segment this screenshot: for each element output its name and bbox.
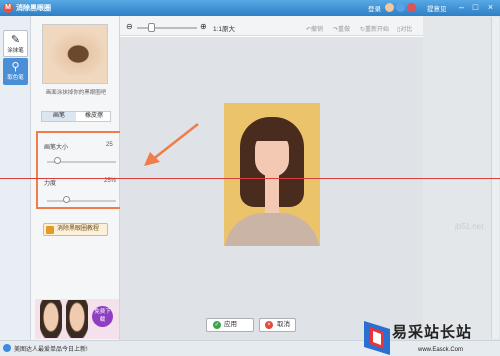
zoom-slider-handle[interactable] xyxy=(147,23,155,32)
undo-label: 撤销 xyxy=(311,27,324,33)
ad-model-image xyxy=(40,300,62,338)
zoom-out-icon[interactable]: ⊖ xyxy=(126,22,133,31)
redo-button[interactable]: ↷重做 xyxy=(333,24,350,33)
tool-label: 涂抹笔 xyxy=(7,48,24,54)
undo-button[interactable]: ↶撤销 xyxy=(306,24,323,33)
tool-label: 取色笔 xyxy=(7,75,24,81)
ad-model-image xyxy=(66,300,88,338)
message-icon[interactable] xyxy=(396,3,405,12)
tutorial-icon xyxy=(46,226,54,234)
watermark-url: www.Easck.Com xyxy=(418,347,464,353)
portrait-neck xyxy=(265,175,279,215)
reset-button[interactable]: ↻重新开始 xyxy=(360,24,389,33)
tab-brush[interactable]: 画笔 xyxy=(42,112,76,121)
portrait-photo[interactable] xyxy=(224,103,320,246)
speaker-icon xyxy=(3,344,11,352)
title-bar xyxy=(0,0,500,16)
close-icon: × xyxy=(265,321,273,329)
notification-icon[interactable] xyxy=(407,3,416,12)
highlight-box xyxy=(36,131,127,209)
app-logo-icon: M xyxy=(3,3,13,13)
instruction-caption: 画面涂抹掉你的黑眼圈吧 xyxy=(45,90,107,96)
zoom-slider[interactable] xyxy=(137,27,197,29)
guide-line xyxy=(0,178,500,179)
brush-mode-tabs: 画笔 橡皮擦 xyxy=(41,111,111,122)
compare-button[interactable]: ▯对比 xyxy=(397,24,412,33)
minimize-button[interactable]: – xyxy=(455,1,468,13)
tool-smudge-brush[interactable]: ✎ 涂抹笔 xyxy=(3,30,28,57)
window-title: 消除黑眼圈 xyxy=(16,5,51,12)
check-icon: ✓ xyxy=(213,321,221,329)
zoom-in-icon[interactable]: ⊕ xyxy=(200,22,207,31)
redo-label: 重做 xyxy=(338,27,351,33)
tab-eraser[interactable]: 橡皮擦 xyxy=(77,112,111,121)
ad-download-badge[interactable]: 免费下载 xyxy=(92,306,113,327)
login-link[interactable]: 登录 xyxy=(368,3,381,13)
portrait-shirt xyxy=(224,213,320,246)
original-size-button[interactable]: 1:1原大 xyxy=(213,23,235,33)
close-button[interactable]: × xyxy=(484,1,497,13)
watermark-logo-icon xyxy=(364,321,390,355)
dropper-icon: ⚲ xyxy=(11,61,20,73)
status-text[interactable]: 美图达人最爱单品今日上新! xyxy=(14,344,88,353)
maximize-button[interactable]: □ xyxy=(469,1,482,13)
user-icon[interactable] xyxy=(385,3,394,12)
brush-icon: ✎ xyxy=(10,34,21,46)
compare-label: 对比 xyxy=(400,27,413,33)
watermark-site-name: 易采站长站 xyxy=(392,324,473,341)
feedback-link[interactable]: 提意见 xyxy=(427,3,447,13)
tool-color-picker[interactable]: ⚲ 取色笔 xyxy=(3,58,28,85)
annotation-arrow-icon xyxy=(144,123,199,166)
eye-preview-image xyxy=(42,24,108,84)
watermark-text: jb51.net xyxy=(455,222,484,231)
portrait-bangs xyxy=(252,125,292,141)
reset-label: 重新开始 xyxy=(365,27,390,33)
